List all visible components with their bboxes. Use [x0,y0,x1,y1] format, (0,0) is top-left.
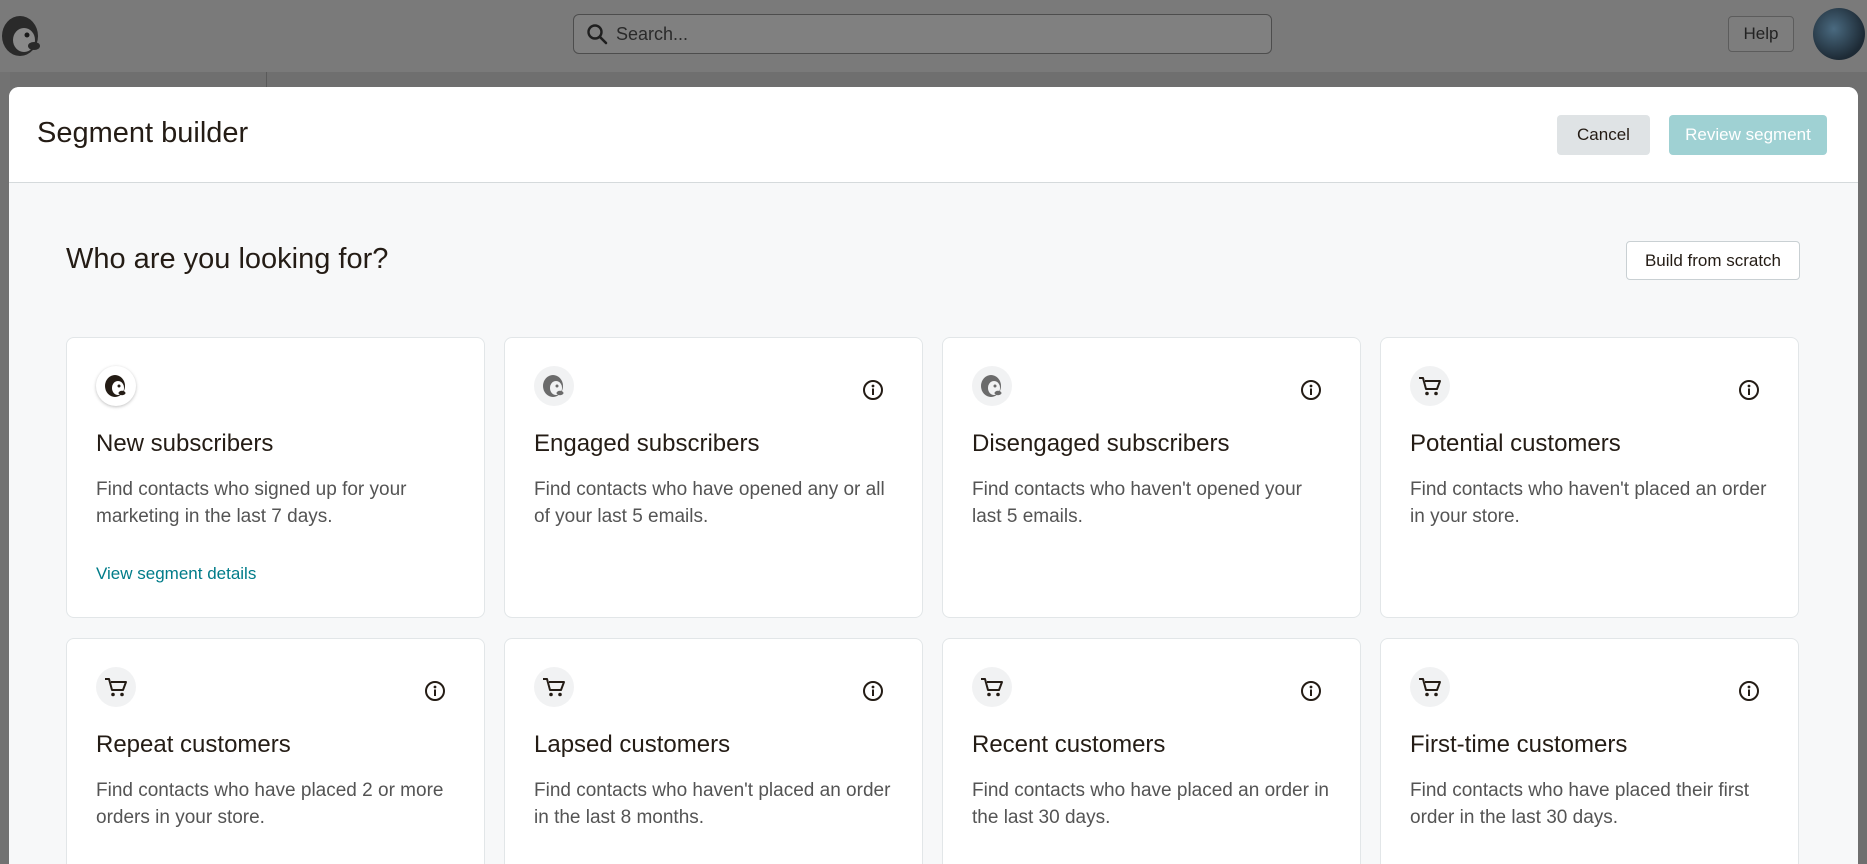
top-navigation-bar: Help [0,0,1867,72]
card-description: Find contacts who haven't placed an orde… [1410,479,1767,527]
global-search[interactable] [573,14,1272,54]
segment-card-repeat-customers[interactable]: Repeat customers Find contacts who have … [66,638,485,864]
card-title: Recent customers [972,731,1166,758]
card-description: Find contacts who have placed an order i… [972,780,1329,828]
card-title: Disengaged subscribers [972,430,1230,457]
card-title: Engaged subscribers [534,430,760,457]
mailchimp-icon [534,366,574,406]
segment-card-first-time-customers[interactable]: First-time customers Find contacts who h… [1380,638,1799,864]
card-title: Repeat customers [96,731,291,758]
card-description: Find contacts who signed up for your mar… [96,479,407,527]
segment-card-lapsed-customers[interactable]: Lapsed customers Find contacts who haven… [504,638,923,864]
info-icon[interactable] [1738,379,1760,401]
info-icon[interactable] [424,680,446,702]
segment-builder-modal: Segment builder Cancel Review segment Wh… [9,87,1858,864]
cart-icon [96,667,136,707]
info-icon[interactable] [1300,379,1322,401]
info-icon[interactable] [862,680,884,702]
card-description: Find contacts who have placed their firs… [1410,780,1750,828]
segment-card-engaged-subscribers[interactable]: Engaged subscribers Find contacts who ha… [504,337,923,618]
card-title: Lapsed customers [534,731,731,758]
card-description: Find contacts who haven't placed an orde… [534,780,891,828]
info-icon[interactable] [1300,680,1322,702]
cart-icon [1410,366,1450,406]
mailchimp-logo-icon[interactable] [0,8,44,62]
cart-icon [1410,667,1450,707]
review-segment-button[interactable]: Review segment [1669,115,1827,155]
build-from-scratch-button[interactable]: Build from scratch [1626,241,1800,280]
search-input[interactable] [616,23,1216,45]
mailchimp-icon [972,366,1012,406]
card-description: Find contacts who haven't opened your la… [972,479,1303,527]
info-icon[interactable] [862,379,884,401]
search-icon [587,24,608,45]
cart-icon [534,667,574,707]
divider [266,72,267,88]
modal-title: Segment builder [37,117,249,149]
cart-icon [972,667,1012,707]
segment-card-disengaged-subscribers[interactable]: Disengaged subscribers Find contacts who… [942,337,1361,618]
card-title: New subscribers [96,430,274,457]
card-title: Potential customers [1410,430,1621,457]
avatar[interactable] [1813,8,1865,60]
help-button[interactable]: Help [1728,16,1794,52]
mailchimp-icon [96,366,136,406]
cancel-button[interactable]: Cancel [1557,115,1650,155]
segment-card-recent-customers[interactable]: Recent customers Find contacts who have … [942,638,1361,864]
segment-card-potential-customers[interactable]: Potential customers Find contacts who ha… [1380,337,1799,618]
info-icon[interactable] [1738,680,1760,702]
card-title: First-time customers [1410,731,1628,758]
card-description: Find contacts who have placed 2 or more … [96,780,444,828]
modal-header: Segment builder Cancel Review segment [9,87,1858,183]
view-segment-details-link[interactable]: View segment details [96,564,256,584]
segment-card-new-subscribers[interactable]: New subscribers Find contacts who signed… [66,337,485,618]
card-description: Find contacts who have opened any or all… [534,479,885,527]
section-title: Who are you looking for? [66,243,389,275]
